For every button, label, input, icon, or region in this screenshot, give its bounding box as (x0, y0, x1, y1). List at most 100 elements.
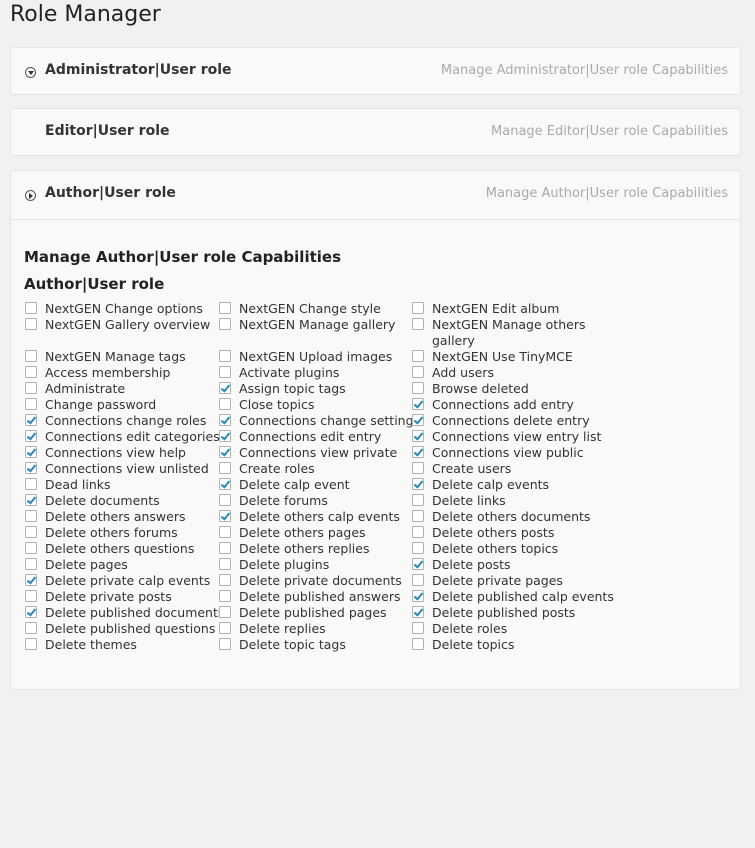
checked-checkbox[interactable] (219, 510, 231, 522)
unchecked-checkbox[interactable] (25, 382, 37, 394)
capability-item[interactable]: Create roles (218, 461, 411, 477)
capability-item[interactable]: Delete others answers (24, 509, 218, 525)
checked-checkbox[interactable] (219, 446, 231, 458)
role-header-administrator[interactable]: Administrator|User role Manage Administr… (11, 48, 740, 96)
checked-checkbox[interactable] (412, 606, 424, 618)
capability-item[interactable]: Assign topic tags (218, 381, 411, 397)
capability-item[interactable]: Delete others forums (24, 525, 218, 541)
unchecked-checkbox[interactable] (25, 350, 37, 362)
checked-checkbox[interactable] (25, 430, 37, 442)
capability-item[interactable]: NextGEN Upload images (218, 349, 411, 365)
unchecked-checkbox[interactable] (25, 398, 37, 410)
unchecked-checkbox[interactable] (412, 622, 424, 634)
capability-item[interactable]: Connections view help (24, 445, 218, 461)
capability-item[interactable]: Delete others topics (411, 541, 604, 557)
capability-item[interactable]: Delete published questions (24, 621, 218, 637)
checked-checkbox[interactable] (219, 430, 231, 442)
unchecked-checkbox[interactable] (219, 366, 231, 378)
capability-item[interactable]: Close topics (218, 397, 411, 413)
unchecked-checkbox[interactable] (25, 622, 37, 634)
unchecked-checkbox[interactable] (219, 526, 231, 538)
capability-item[interactable]: Connections view private (218, 445, 411, 461)
unchecked-checkbox[interactable] (219, 638, 231, 650)
capability-item[interactable]: Delete others posts (411, 525, 604, 541)
unchecked-checkbox[interactable] (219, 494, 231, 506)
checked-checkbox[interactable] (412, 478, 424, 490)
expand-toggle-icon[interactable] (25, 190, 36, 201)
capability-item[interactable]: Delete forums (218, 493, 411, 509)
capability-item[interactable]: Delete others calp events (218, 509, 411, 525)
capability-item[interactable]: Delete others replies (218, 541, 411, 557)
capability-item[interactable]: Change password (24, 397, 218, 413)
unchecked-checkbox[interactable] (412, 366, 424, 378)
capability-item[interactable]: Delete documents (24, 493, 218, 509)
capability-item[interactable]: Create users (411, 461, 604, 477)
capability-item[interactable]: Delete published posts (411, 605, 604, 621)
unchecked-checkbox[interactable] (412, 494, 424, 506)
capability-item[interactable]: NextGEN Gallery overview (24, 317, 218, 349)
capability-item[interactable]: Delete published calp events (411, 589, 614, 605)
unchecked-checkbox[interactable] (219, 318, 231, 330)
capability-item[interactable]: Connections view entry list (411, 429, 604, 445)
unchecked-checkbox[interactable] (219, 398, 231, 410)
capability-item[interactable]: Administrate (24, 381, 218, 397)
capability-item[interactable]: NextGEN Change options (24, 301, 218, 317)
capability-item[interactable]: Delete posts (411, 557, 604, 573)
capability-item[interactable]: Delete calp event (218, 477, 411, 493)
unchecked-checkbox[interactable] (25, 510, 37, 522)
unchecked-checkbox[interactable] (412, 574, 424, 586)
capability-item[interactable]: Connections change settings (218, 413, 420, 429)
capability-item[interactable]: Connections edit categories (24, 429, 220, 445)
capability-item[interactable]: Delete private pages (411, 573, 604, 589)
checked-checkbox[interactable] (25, 574, 37, 586)
unchecked-checkbox[interactable] (412, 350, 424, 362)
capability-item[interactable]: Delete published pages (218, 605, 411, 621)
capability-item[interactable]: Delete plugins (218, 557, 411, 573)
unchecked-checkbox[interactable] (412, 382, 424, 394)
unchecked-checkbox[interactable] (412, 542, 424, 554)
manage-capabilities-link[interactable]: Manage Editor|User role Capabilities (491, 124, 728, 139)
unchecked-checkbox[interactable] (219, 622, 231, 634)
unchecked-checkbox[interactable] (412, 318, 424, 330)
capability-item[interactable]: Connections edit entry (218, 429, 411, 445)
unchecked-checkbox[interactable] (219, 462, 231, 474)
capability-item[interactable]: Connections view public (411, 445, 604, 461)
capability-item[interactable]: Delete private documents (218, 573, 411, 589)
checked-checkbox[interactable] (219, 414, 231, 426)
capability-item[interactable]: NextGEN Use TinyMCE (411, 349, 604, 365)
unchecked-checkbox[interactable] (25, 478, 37, 490)
capability-item[interactable]: Browse deleted (411, 381, 604, 397)
unchecked-checkbox[interactable] (25, 366, 37, 378)
checked-checkbox[interactable] (219, 382, 231, 394)
role-header-editor[interactable]: Editor|User role Manage Editor|User role… (11, 109, 740, 157)
capability-item[interactable]: Activate plugins (218, 365, 411, 381)
capability-item[interactable]: Access membership (24, 365, 218, 381)
capability-item[interactable]: Dead links (24, 477, 218, 493)
checked-checkbox[interactable] (412, 446, 424, 458)
unchecked-checkbox[interactable] (412, 510, 424, 522)
capability-item[interactable]: Delete topics (411, 637, 604, 653)
capability-item[interactable]: Delete links (411, 493, 604, 509)
checked-checkbox[interactable] (412, 430, 424, 442)
checked-checkbox[interactable] (412, 414, 424, 426)
collapse-toggle-icon[interactable] (25, 67, 36, 78)
capability-item[interactable]: Delete published documents (24, 605, 224, 621)
role-header-author[interactable]: Author|User role Manage Author|User role… (11, 171, 740, 219)
capability-item[interactable]: Connections view unlisted (24, 461, 218, 477)
capability-item[interactable]: Delete topic tags (218, 637, 411, 653)
checked-checkbox[interactable] (25, 494, 37, 506)
capability-item[interactable]: Delete themes (24, 637, 218, 653)
checked-checkbox[interactable] (412, 590, 424, 602)
unchecked-checkbox[interactable] (25, 638, 37, 650)
capability-item[interactable]: NextGEN Change style (218, 301, 411, 317)
capability-item[interactable]: Delete private calp events (24, 573, 218, 589)
capability-item[interactable]: Delete pages (24, 557, 218, 573)
capability-item[interactable]: Delete roles (411, 621, 604, 637)
unchecked-checkbox[interactable] (219, 558, 231, 570)
checked-checkbox[interactable] (25, 446, 37, 458)
unchecked-checkbox[interactable] (219, 542, 231, 554)
unchecked-checkbox[interactable] (219, 574, 231, 586)
checked-checkbox[interactable] (412, 398, 424, 410)
capability-item[interactable]: NextGEN Manage gallery (218, 317, 411, 349)
capability-item[interactable]: Delete others documents (411, 509, 604, 525)
